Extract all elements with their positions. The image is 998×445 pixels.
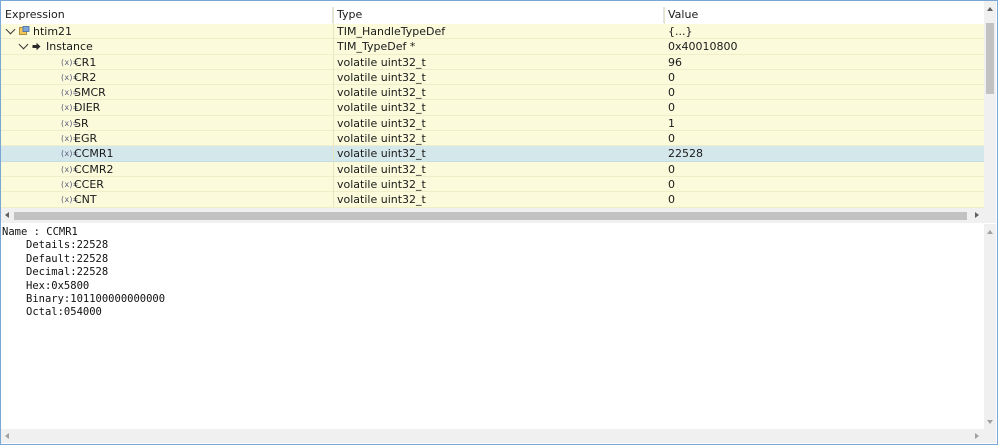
details-vertical-scrollbar[interactable]	[984, 224, 996, 429]
table-row[interactable]: htim21 TIM_HandleTypeDef {...}	[1, 24, 984, 40]
table-header: Expression Type Value	[1, 7, 984, 23]
expression-name: CCMR1	[74, 147, 114, 161]
expression-cell: Instance	[1, 39, 334, 55]
expression-name: EGR	[74, 132, 98, 146]
chevron-down-icon[interactable]	[5, 24, 16, 35]
expression-cell: (x)= CNT	[1, 192, 334, 208]
table-row[interactable]: (x)= CR2 volatile uint32_t 0	[1, 69, 984, 86]
details-line: Decimal:22528	[26, 266, 109, 279]
scroll-left-arrow-icon[interactable]	[5, 433, 9, 439]
type-cell: volatile uint32_t	[337, 147, 426, 161]
header-type[interactable]: Type	[333, 7, 664, 23]
scroll-up-arrow-icon[interactable]	[987, 7, 993, 11]
scroll-thumb[interactable]	[14, 212, 967, 220]
value-cell[interactable]: 96	[668, 55, 968, 70]
expression-name: CCMR2	[74, 162, 114, 176]
expression-name: Instance	[46, 40, 93, 54]
expression-name: CR1	[74, 55, 97, 69]
table-row[interactable]: (x)= EGR volatile uint32_t 0	[1, 131, 984, 147]
expression-cell: (x)= CR2	[1, 69, 334, 85]
type-cell: TIM_TypeDef *	[337, 40, 416, 54]
expression-cell: (x)= CR1	[1, 54, 334, 70]
value-cell[interactable]: 0	[668, 192, 968, 207]
expression-name: CNT	[74, 193, 97, 207]
table-row[interactable]: (x)= CCER volatile uint32_t 0	[1, 176, 984, 193]
struct-icon	[19, 26, 30, 35]
value-cell[interactable]: 0	[668, 162, 968, 177]
type-cell: volatile uint32_t	[337, 86, 426, 100]
scrollbar-corner	[984, 429, 996, 443]
scroll-thumb[interactable]	[986, 23, 994, 94]
details-line: Octal:054000	[26, 306, 102, 319]
details-pane[interactable]: Name : CCMR1 Details:22528 Default:22528 De…	[2, 226, 982, 428]
details-line: Binary:101100000000000	[26, 293, 166, 306]
table-row[interactable]: (x)= CNT volatile uint32_t 0	[1, 192, 984, 208]
table-row[interactable]: (x)= SR volatile uint32_t 1	[1, 115, 984, 132]
expression-name: CCER	[74, 177, 104, 191]
table-row[interactable]: (x)= CCMR1 volatile uint32_t 22528	[1, 146, 984, 162]
value-cell[interactable]: 22528	[668, 146, 968, 161]
value-cell[interactable]: 0	[668, 100, 968, 115]
type-cell: volatile uint32_t	[337, 55, 426, 69]
expression-name: CR2	[74, 70, 97, 84]
type-cell: volatile uint32_t	[337, 101, 426, 115]
table-horizontal-scrollbar[interactable]	[1, 208, 984, 223]
expression-name: SR	[74, 116, 89, 130]
table-vertical-scrollbar[interactable]	[984, 1, 996, 208]
expression-table: Expression Type Value htim21 TIM_HandleTy…	[1, 1, 997, 208]
type-cell: volatile uint32_t	[337, 162, 426, 176]
type-cell: volatile uint32_t	[337, 70, 426, 84]
details-horizontal-scrollbar[interactable]	[1, 429, 984, 443]
value-cell[interactable]: 0x40010800	[668, 39, 968, 54]
expression-name: DIER	[74, 101, 101, 115]
pointer-icon	[32, 43, 41, 51]
expression-cell: htim21	[1, 24, 334, 39]
details-line: Details:22528	[26, 239, 109, 252]
table-row[interactable]: (x)= CR1 volatile uint32_t 96	[1, 54, 984, 70]
details-line: Default:22528	[26, 252, 109, 265]
expression-name: htim21	[33, 25, 73, 38]
scroll-right-arrow-icon[interactable]	[975, 212, 979, 218]
scrollbar-corner	[984, 208, 996, 223]
table-row[interactable]: (x)= DIER volatile uint32_t 0	[1, 100, 984, 116]
chevron-down-icon[interactable]	[18, 39, 29, 50]
type-cell: volatile uint32_t	[337, 116, 426, 130]
expression-cell: (x)= CCMR2	[1, 161, 334, 177]
value-cell[interactable]: 0	[668, 177, 968, 192]
expression-cell: (x)= CCMR1	[1, 146, 334, 162]
expression-cell: (x)= DIER	[1, 100, 334, 116]
type-cell: volatile uint32_t	[337, 177, 426, 191]
type-cell: volatile uint32_t	[337, 132, 426, 146]
value-cell[interactable]: 0	[668, 131, 968, 146]
expression-name: SMCR	[74, 86, 106, 100]
type-cell: TIM_HandleTypeDef	[337, 25, 446, 38]
table-row[interactable]: (x)= SMCR volatile uint32_t 0	[1, 85, 984, 101]
table-body: htim21 TIM_HandleTypeDef {...} Instance TIM_…	[1, 24, 984, 208]
details-name-line: Name : CCMR1	[2, 226, 78, 238]
expression-cell: (x)= SR	[1, 115, 334, 131]
details-line: Hex:0x5800	[26, 279, 90, 292]
value-cell[interactable]: 0	[668, 85, 968, 100]
table-row[interactable]: (x)= CCMR2 volatile uint32_t 0	[1, 161, 984, 177]
scroll-down-arrow-icon[interactable]	[987, 420, 993, 424]
scroll-right-arrow-icon[interactable]	[975, 433, 979, 439]
table-row[interactable]: Instance TIM_TypeDef * 0x40010800	[1, 39, 984, 55]
expression-cell: (x)= CCER	[1, 176, 334, 192]
header-expression[interactable]: Expression	[1, 7, 333, 23]
scroll-left-arrow-icon[interactable]	[5, 212, 9, 218]
expression-cell: (x)= SMCR	[1, 85, 334, 101]
type-cell: volatile uint32_t	[337, 193, 426, 207]
value-cell[interactable]: 0	[668, 70, 968, 85]
value-cell[interactable]: 1	[668, 116, 968, 131]
scroll-up-arrow-icon[interactable]	[987, 230, 993, 234]
expression-cell: (x)= EGR	[1, 131, 334, 147]
value-cell[interactable]: {...}	[668, 24, 968, 39]
header-value[interactable]: Value	[664, 7, 984, 23]
